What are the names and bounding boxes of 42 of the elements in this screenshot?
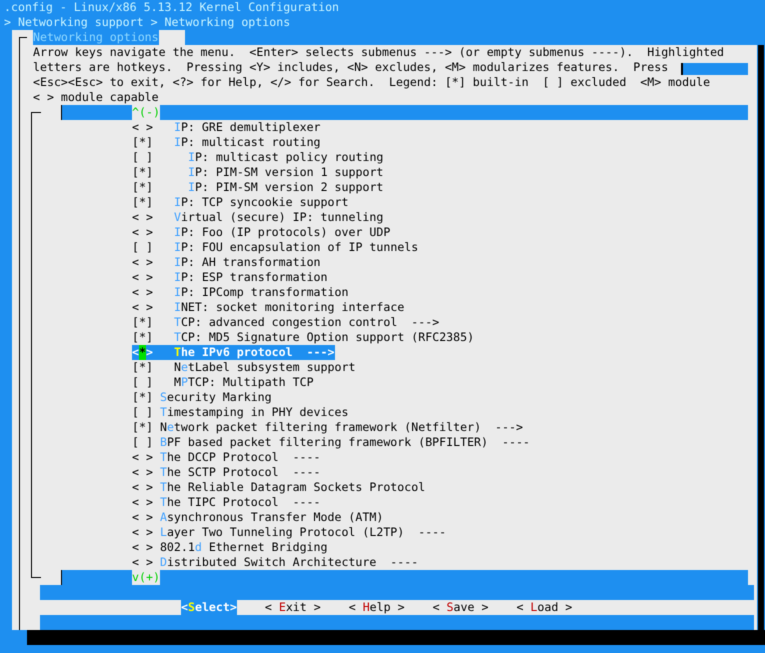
menu-item[interactable]: [*] Network packet filtering framework (Netfilter) ---> [132, 420, 523, 435]
cursor-block [681, 63, 748, 75]
menu-item[interactable]: [ ] BPF based packet filtering framework (BPFILTER) ---- [132, 435, 530, 450]
menu-item[interactable]: [*] IP: TCP syncookie support [132, 195, 348, 210]
help-line: Arrow keys navigate the menu. <Enter> selects submenus ---> (or empty submenus ----). Highlighted [33, 45, 724, 60]
menu-item[interactable]: [*] IP: PIM-SM version 2 support [132, 180, 384, 195]
menu-item[interactable]: [*] TCP: advanced congestion control ---> [132, 315, 440, 330]
menu-item[interactable]: [*] TCP: MD5 Signature Option support (RFC2385) [132, 330, 474, 345]
menu-item[interactable]: < > IP: AH transformation [132, 255, 321, 270]
window-title: .config - Linux/x86 5.13.12 Kernel Configuration [4, 0, 340, 14]
menu-item[interactable]: [ ] IP: FOU encapsulation of IP tunnels [132, 240, 418, 255]
menu-item[interactable]: < > INET: socket monitoring interface [132, 300, 404, 315]
menu-item[interactable]: [ ] Timestamping in PHY devices [132, 405, 348, 420]
help-line: < > module capable [33, 90, 159, 105]
menu-item[interactable]: [*] IP: PIM-SM version 1 support [132, 165, 384, 180]
menu-item[interactable]: < > IP: IPComp transformation [132, 285, 348, 300]
menu-item[interactable]: [*] Security Marking [132, 390, 272, 405]
dialog-button[interactable]: < Save > [432, 600, 488, 615]
menu-item[interactable]: [ ] MPTCP: Multipath TCP [132, 375, 314, 390]
menu-item[interactable]: < > IP: ESP transformation [132, 270, 328, 285]
menu-item[interactable]: < > Layer Two Tunneling Protocol (L2TP) ---- [132, 525, 446, 540]
menu-item[interactable]: < > 802.1d Ethernet Bridging [132, 540, 328, 555]
help-line: letters are hotkeys. Pressing <Y> includes, <N> excludes, <M> modularizes features. Press [33, 60, 668, 75]
menu-item[interactable]: < > IP: GRE demultiplexer [132, 120, 321, 135]
menu-item[interactable]: < > The Reliable Datagram Sockets Protocol [132, 480, 426, 495]
dialog-title: Networking options [33, 30, 159, 45]
menu-item[interactable]: < > The SCTP Protocol ---- [132, 465, 320, 480]
menu-item[interactable]: < > The TIPC Protocol ---- [132, 495, 320, 510]
help-line: <Esc><Esc> to exit, <?> for Help, </> for Search. Legend: [*] built-in [ ] excluded <M> module [33, 75, 710, 90]
dialog-button[interactable]: < Help > [348, 600, 405, 615]
menu-item[interactable]: < > Asynchronous Transfer Mode (ATM) [132, 510, 384, 525]
menu-item[interactable]: [ ] IP: multicast policy routing [132, 150, 384, 165]
menu-item[interactable]: < > Virtual (secure) IP: tunneling [132, 210, 384, 225]
breadcrumb: > Networking support > Networking options [4, 15, 290, 29]
menu-item[interactable]: < > IP: Foo (IP protocols) over UDP [132, 225, 390, 240]
menu-item[interactable]: < > Distributed Switch Architecture ---- [132, 555, 418, 570]
menu-item[interactable]: < > The DCCP Protocol ---- [132, 450, 320, 465]
menu-item[interactable]: <*> The IPv6 protocol ---> [132, 345, 334, 360]
menu-item[interactable]: [*] NetLabel subsystem support [132, 360, 356, 375]
dialog-button[interactable]: < Load > [516, 600, 572, 615]
dialog-button[interactable]: < Exit > [264, 600, 321, 615]
menu-item[interactable]: [*] IP: multicast routing [132, 135, 321, 150]
